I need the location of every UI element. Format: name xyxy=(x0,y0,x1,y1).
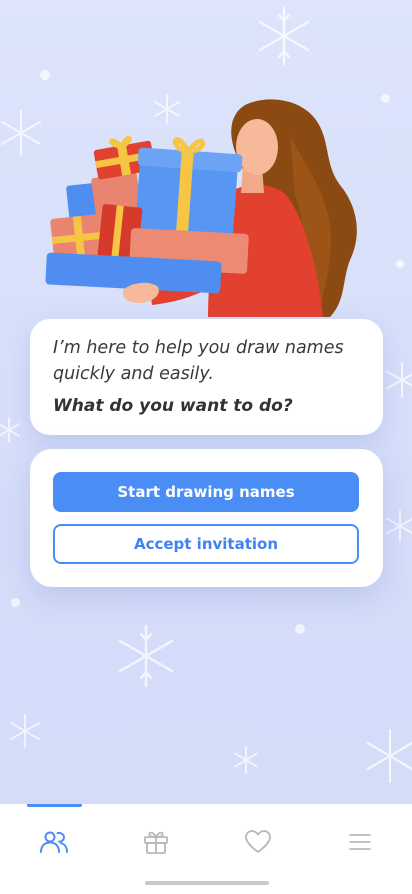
woman-with-gifts-illustration xyxy=(45,99,357,317)
snowflake-decoration xyxy=(386,510,412,542)
start-drawing-names-button[interactable]: Start drawing names xyxy=(53,472,359,512)
speech-bubble-card: I’m here to help you draw names quickly … xyxy=(30,319,383,435)
gift-icon xyxy=(144,831,168,854)
snowflake-decoration xyxy=(118,624,174,688)
accept-invitation-button[interactable]: Accept invitation xyxy=(53,524,359,564)
snow-dot xyxy=(396,260,404,268)
nav-gifts[interactable] xyxy=(131,822,181,862)
snowflake-decoration xyxy=(234,746,258,774)
snowflake-decoration xyxy=(0,417,20,443)
snow-dot xyxy=(295,624,305,634)
screen: I’m here to help you draw names quickly … xyxy=(0,0,412,894)
people-icon xyxy=(40,831,68,853)
intro-text-line-1: I’m here to help you draw names xyxy=(53,338,344,358)
snow-dot xyxy=(11,598,20,607)
nav-wishlist[interactable] xyxy=(233,822,283,862)
snow-dot xyxy=(381,94,390,103)
question-text: What do you want to do? xyxy=(53,396,293,416)
nav-people[interactable] xyxy=(29,822,79,862)
home-indicator-bar xyxy=(145,881,269,885)
active-tab-indicator xyxy=(27,804,82,807)
snow-dot xyxy=(40,70,50,80)
menu-icon xyxy=(349,834,371,850)
snowflake-decoration xyxy=(386,362,412,398)
snowflake-decoration xyxy=(366,728,412,784)
intro-text-line-2: quickly and easily. xyxy=(53,364,214,384)
action-card: Start drawing names Accept invitation xyxy=(30,449,383,587)
snowflake-decoration xyxy=(10,714,40,748)
snowflake-decoration xyxy=(258,6,310,66)
nav-menu[interactable] xyxy=(335,822,385,862)
heart-icon xyxy=(245,830,271,853)
